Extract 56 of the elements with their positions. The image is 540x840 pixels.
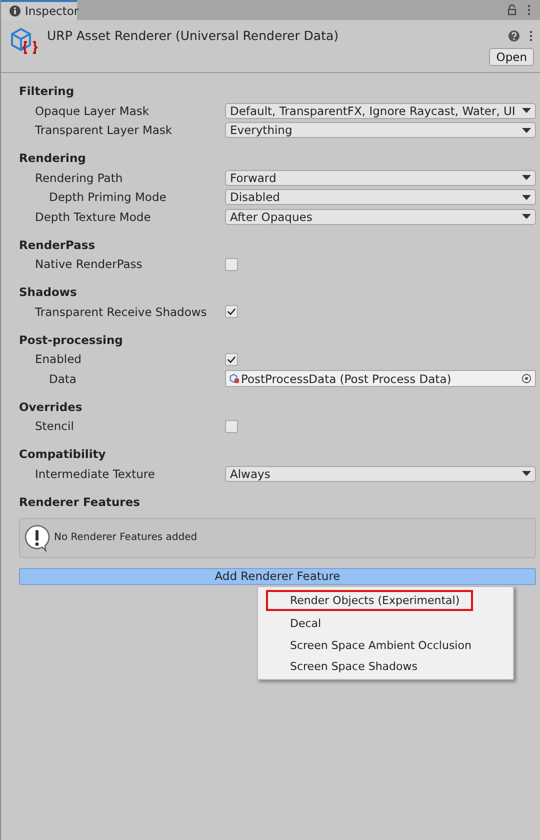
section-heading: RenderPass <box>19 236 96 254</box>
section-heading: Filtering <box>19 83 76 100</box>
inspector-tab[interactable]: Inspector <box>1 0 77 20</box>
field-label: Data <box>48 372 78 386</box>
menu-item[interactable]: Screen Space Shadows <box>266 654 473 676</box>
warning-bubble-icon <box>23 524 51 552</box>
asset-icon <box>229 373 240 384</box>
dropdown-arrow-icon <box>522 175 531 180</box>
dropdown-field[interactable]: Forward <box>225 170 536 186</box>
checkmark-icon <box>226 354 237 365</box>
menu-item[interactable]: Decal <box>266 611 473 632</box>
section-heading: Rendering <box>19 150 87 167</box>
field-label: Intermediate Texture <box>34 466 156 481</box>
dropdown-field[interactable]: Default, TransparentFX, Ignore Raycast, Water, UI <box>225 102 536 119</box>
section-heading: Shadows <box>19 284 78 301</box>
add-renderer-feature-button[interactable]: Add Renderer Feature <box>19 568 536 584</box>
field-label: Depth Priming Mode <box>48 190 168 204</box>
cube-script-icon <box>9 26 39 56</box>
checkbox[interactable] <box>225 352 238 366</box>
field-label: Stencil <box>34 419 75 434</box>
more-icon[interactable] <box>528 30 534 42</box>
menu-item[interactable]: Render Objects (Experimental) <box>266 590 473 611</box>
dropdown-arrow-icon <box>522 194 531 200</box>
object-field[interactable]: PostProcessData (Post Process Data) <box>225 370 536 388</box>
field-label: Native RenderPass <box>34 257 144 272</box>
field-label: Rendering Path <box>34 170 124 185</box>
info-icon <box>9 5 21 17</box>
dropdown-field[interactable]: Everything <box>225 122 536 138</box>
section-heading: Renderer Features <box>19 494 141 510</box>
dropdown-arrow-icon <box>522 108 531 114</box>
field-label: Depth Texture Mode <box>34 210 152 224</box>
dropdown-field[interactable]: Always <box>225 466 536 482</box>
field-label: Transparent Receive Shadows <box>34 304 208 319</box>
object-picker-icon <box>521 373 532 384</box>
section-heading: Compatibility <box>19 446 107 463</box>
menu-item[interactable]: Screen Space Ambient Occlusion <box>266 632 473 654</box>
checkbox[interactable] <box>225 305 238 318</box>
checkbox[interactable] <box>225 258 238 271</box>
dropdown-field[interactable]: Disabled <box>225 189 536 206</box>
section-heading: Post-processing <box>19 332 124 348</box>
open-button[interactable]: Open <box>489 48 534 66</box>
field-label: Transparent Layer Mask <box>34 123 174 138</box>
field-label: Enabled <box>34 352 82 366</box>
field-label: Opaque Layer Mask <box>34 104 150 118</box>
section-heading: Overrides <box>19 398 84 416</box>
info-message: No Renderer Features added <box>54 532 198 543</box>
dropdown-arrow-icon <box>522 471 531 476</box>
dropdown-arrow-icon <box>522 214 531 220</box>
lock-icon[interactable] <box>506 4 518 16</box>
dropdown-arrow-icon <box>522 128 531 133</box>
help-icon[interactable] <box>508 30 520 42</box>
more-icon[interactable] <box>526 4 532 16</box>
dropdown-field[interactable]: After Opaques <box>225 208 536 225</box>
inspector-title: URP Asset Renderer (Universal Renderer Data) <box>47 28 340 43</box>
checkmark-icon <box>226 306 237 318</box>
checkbox[interactable] <box>225 420 238 433</box>
